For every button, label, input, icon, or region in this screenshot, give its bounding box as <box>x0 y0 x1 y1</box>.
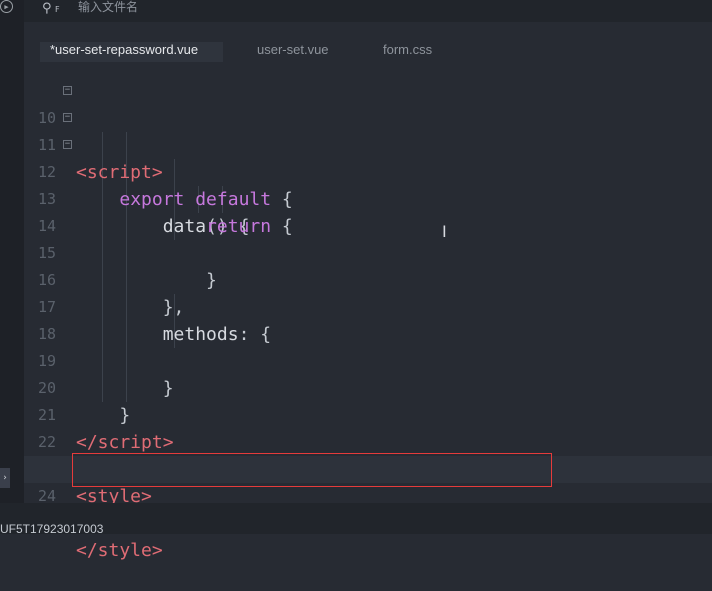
code-line[interactable]: 20 } <box>24 348 712 426</box>
search-icon[interactable]: ⚲ <box>42 1 52 16</box>
code-editor[interactable]: 10 − <script> 11 − export default { 12 −… <box>24 78 712 561</box>
code-line[interactable]: 18 <box>24 294 712 343</box>
tab-user-set-vue[interactable]: user-set.vue <box>257 42 329 62</box>
code-line[interactable]: 11 − export default { <box>24 105 712 211</box>
run-icon[interactable]: ▶ <box>0 0 13 13</box>
fold-toggle-icon[interactable]: − <box>63 140 72 149</box>
code-line[interactable]: 16 }, <box>24 240 712 318</box>
text-cursor-icon: I <box>442 222 447 241</box>
activity-bar: ▶ › <box>0 0 24 503</box>
status-bar: UF5T17923017003 <box>0 503 712 536</box>
code-line[interactable]: 21 </script> <box>24 375 712 453</box>
file-search-bar: ⚲ F <box>24 0 712 22</box>
tab-user-set-repassword-vue[interactable]: *user-set-repassword.vue <box>40 42 224 62</box>
fold-toggle-icon[interactable]: − <box>63 86 72 95</box>
code-line[interactable]: 13 return { <box>24 159 712 237</box>
code-line[interactable]: 14 <box>24 186 712 235</box>
code-line[interactable]: 19 } <box>24 321 712 399</box>
editor-tab-bar: *user-set-repassword.vue user-set.vue fo… <box>24 22 712 78</box>
fold-toggle-icon[interactable]: − <box>63 113 72 122</box>
code-line[interactable]: 17 methods: { <box>24 267 712 345</box>
search-shortcut-label: F <box>55 5 60 14</box>
code-line-current[interactable]: 24 @import "../../common/form.css"; <box>24 456 712 534</box>
expand-icon[interactable]: › <box>0 468 10 488</box>
code-line[interactable]: 15 } <box>24 213 712 291</box>
code-line[interactable]: 12 − data() { <box>24 132 712 238</box>
tab-form-css[interactable]: form.css <box>383 42 432 62</box>
code-line[interactable]: 23 <style> <box>24 429 712 507</box>
code-line[interactable]: 22 <box>24 402 712 451</box>
code-text: </style> <box>76 540 163 561</box>
file-search-input[interactable] <box>78 0 378 14</box>
code-line[interactable]: 10 − <script> <box>24 78 712 184</box>
